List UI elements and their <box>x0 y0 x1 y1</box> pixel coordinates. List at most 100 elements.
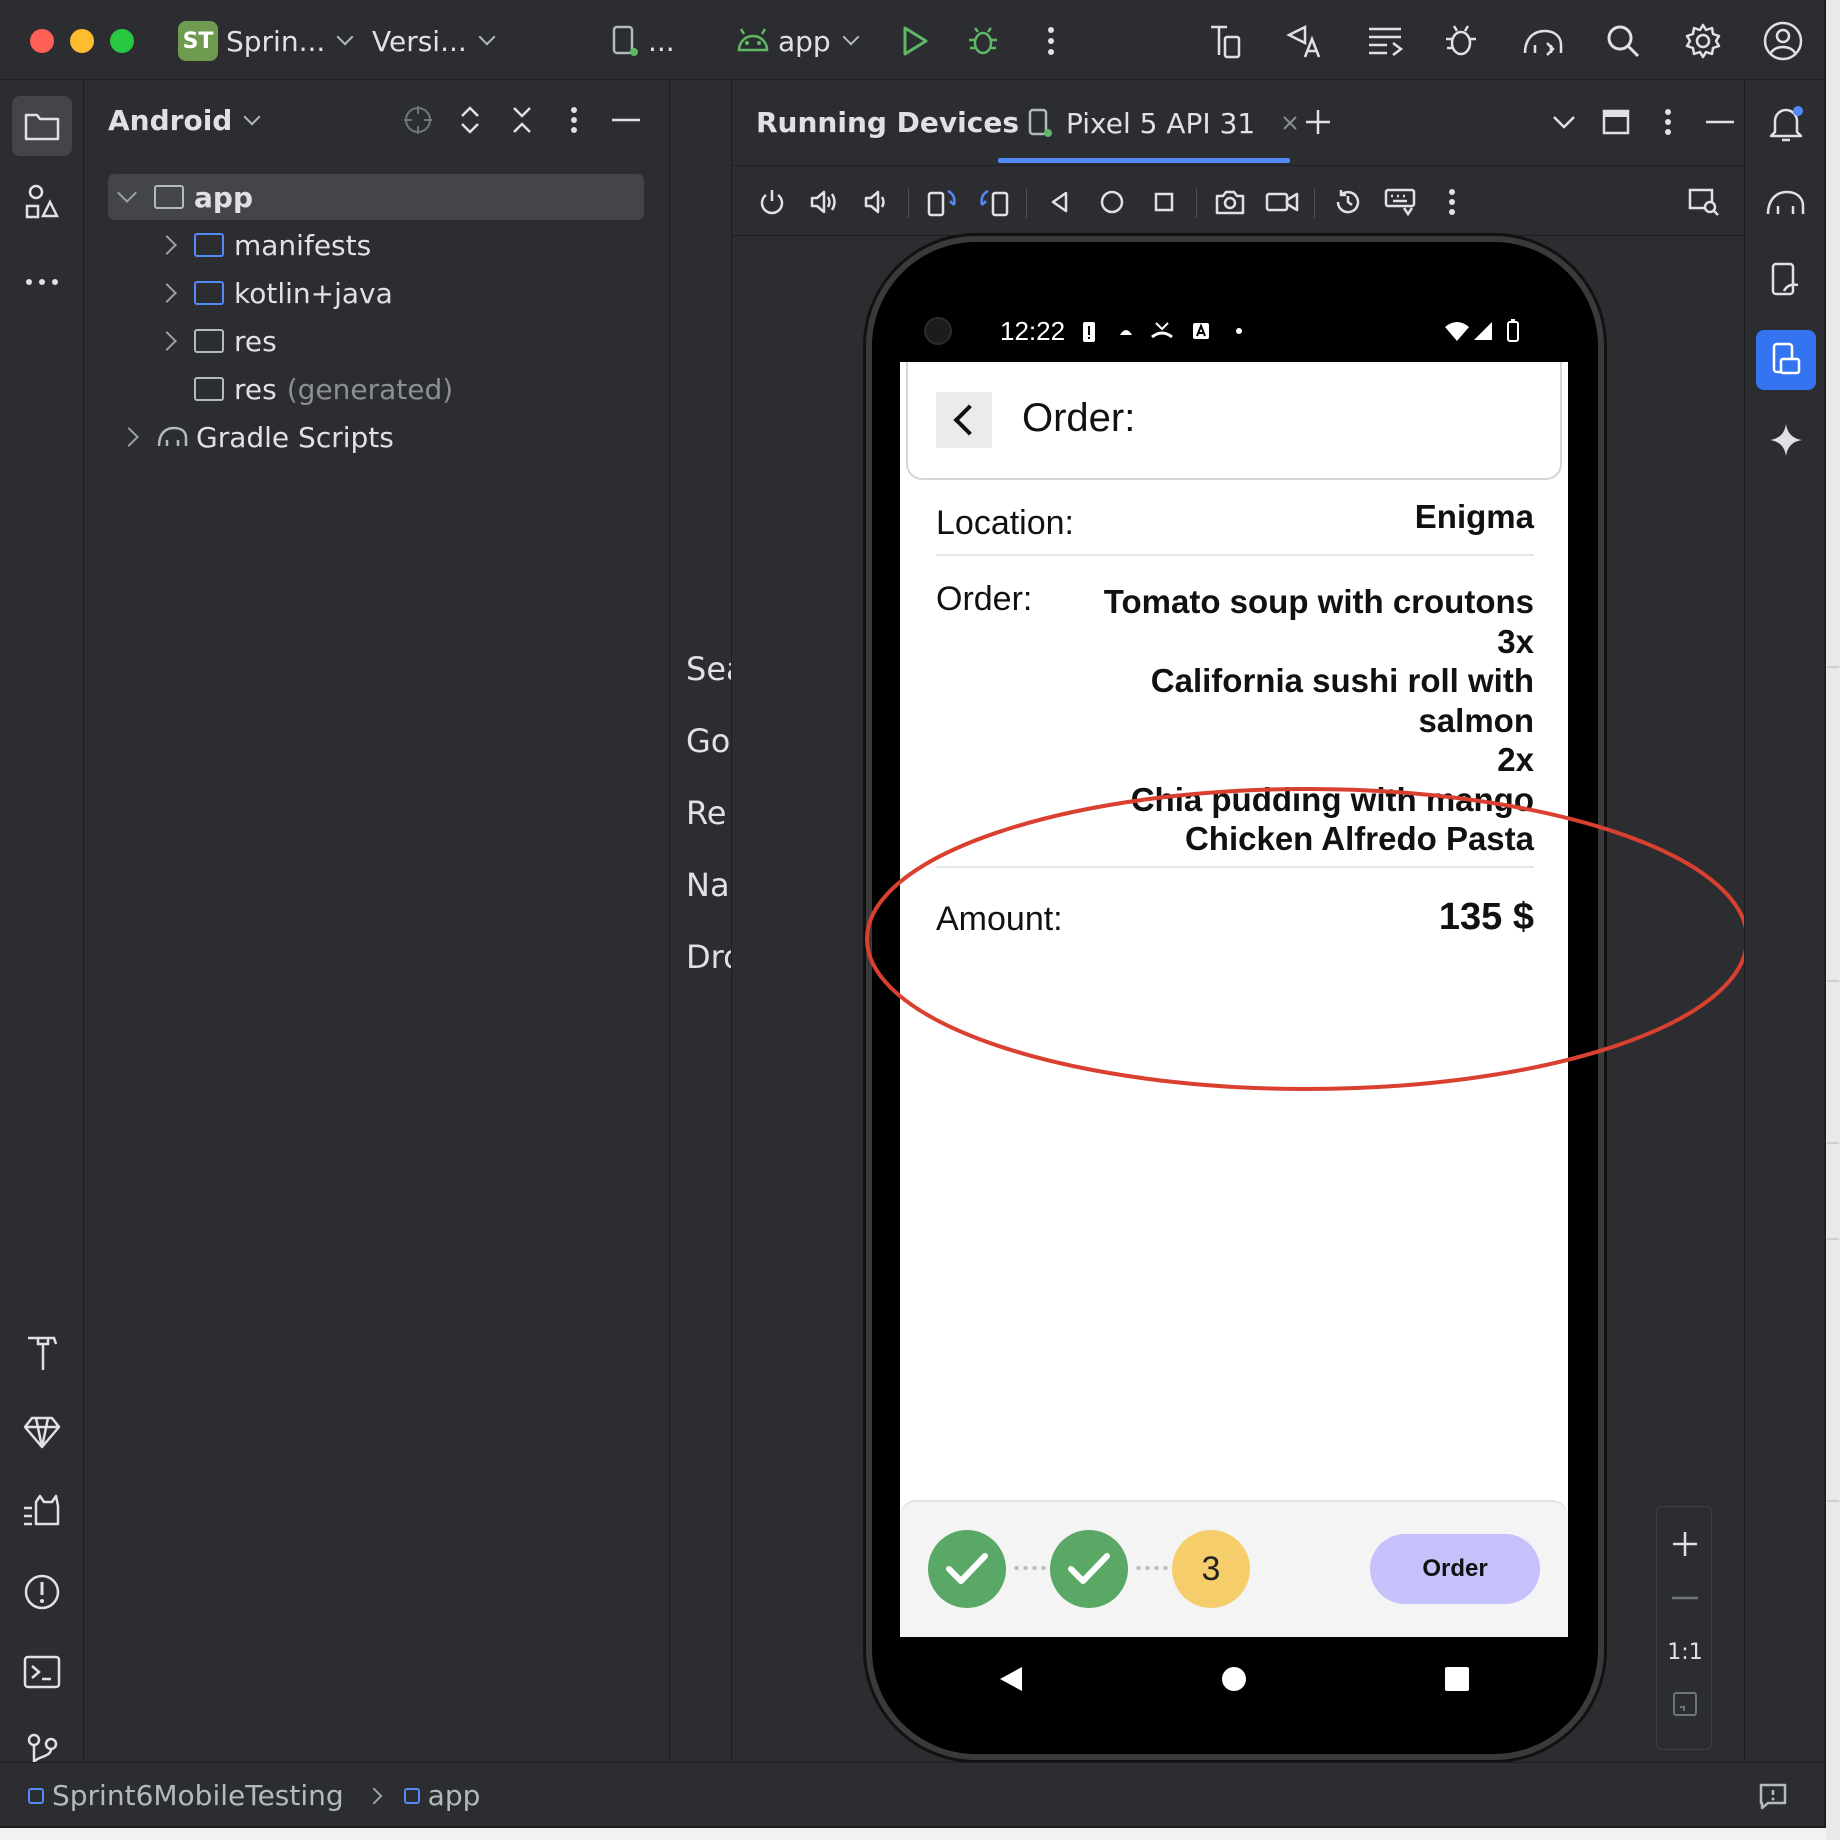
add-device-tab-button[interactable] <box>1298 102 1338 142</box>
chevron-down-icon <box>1553 116 1575 129</box>
panel-options-button[interactable] <box>554 100 594 140</box>
project-tool-button[interactable] <box>12 96 72 156</box>
minimize-window-button[interactable] <box>70 29 94 53</box>
run-button[interactable] <box>892 18 938 64</box>
hide-panel-button[interactable] <box>606 100 646 140</box>
nav-back-icon[interactable] <box>998 1665 1024 1693</box>
chevron-down-icon <box>842 28 860 46</box>
order-item-line: 2x <box>1497 741 1534 778</box>
more-actions-button[interactable] <box>1028 18 1074 64</box>
layout-inspector-button[interactable] <box>1684 182 1724 222</box>
hide-panel-button[interactable] <box>1700 102 1740 142</box>
project-view-label: Android <box>108 104 233 137</box>
tree-item-label: manifests <box>234 228 372 262</box>
order-button[interactable]: Order <box>1370 1534 1540 1604</box>
logcat-button[interactable] <box>1362 18 1408 64</box>
account-button[interactable] <box>1760 18 1806 64</box>
gemini-button[interactable] <box>1756 410 1816 470</box>
build-tool-button[interactable] <box>12 1322 72 1382</box>
maximize-window-button[interactable] <box>110 29 134 53</box>
zoom-in-button[interactable] <box>1657 1519 1713 1569</box>
home-button[interactable] <box>1092 182 1132 222</box>
project-panel: Android app manifests kotlin+java res re… <box>84 80 670 1762</box>
tree-item-kotlin-java[interactable]: kotlin+java <box>108 270 644 316</box>
locate-file-button[interactable] <box>398 100 438 140</box>
folder-icon <box>24 113 60 141</box>
breadcrumb-project[interactable]: Sprint6MobileTesting <box>52 1779 344 1812</box>
tree-item-manifests[interactable]: manifests <box>108 222 644 268</box>
collapse-all-button[interactable] <box>502 100 542 140</box>
problems-tool-button[interactable] <box>12 1562 72 1622</box>
back-button[interactable] <box>1040 182 1080 222</box>
device-more-button[interactable] <box>1432 182 1472 222</box>
vcs-widget[interactable]: Versi... <box>372 18 496 64</box>
volume-down-button[interactable] <box>856 182 896 222</box>
zoom-out-button[interactable] <box>1657 1573 1713 1623</box>
translate-button[interactable] <box>1282 18 1328 64</box>
sync-gradle-button[interactable] <box>1520 18 1566 64</box>
hammer-device-icon <box>1211 25 1241 59</box>
screenshot-button[interactable] <box>1210 182 1250 222</box>
tab-list-button[interactable] <box>1544 102 1584 142</box>
gradle-tool-button[interactable] <box>1756 172 1816 232</box>
power-icon <box>760 190 784 215</box>
zoom-actual-size-button[interactable]: 1:1 <box>1657 1627 1713 1677</box>
zoom-fit-button[interactable] <box>1657 1679 1713 1729</box>
back-button[interactable] <box>936 392 992 448</box>
overview-button[interactable] <box>1144 182 1184 222</box>
logcat-tool-button[interactable] <box>12 1482 72 1542</box>
tree-item-res[interactable]: res <box>108 318 644 364</box>
device-manager-button[interactable] <box>1756 250 1816 310</box>
page-title: Order: <box>1022 396 1136 440</box>
snapshot-button[interactable] <box>1328 182 1368 222</box>
layout-button[interactable] <box>1596 102 1636 142</box>
keyboard-icon <box>1384 188 1416 217</box>
tree-item-app[interactable]: app <box>108 174 644 220</box>
screen-record-button[interactable] <box>1262 182 1302 222</box>
tree-item-res-generated[interactable]: res (generated) <box>108 366 644 412</box>
power-button[interactable] <box>752 182 792 222</box>
project-switcher[interactable]: ST Sprin... <box>178 18 354 64</box>
more-tools-button[interactable] <box>12 252 72 312</box>
debug-button[interactable] <box>960 18 1006 64</box>
gemini-tool-button[interactable] <box>12 1402 72 1462</box>
search-everywhere-button[interactable] <box>1600 18 1646 64</box>
search-icon <box>1607 25 1640 58</box>
breadcrumb-module[interactable]: app <box>428 1779 481 1812</box>
notifications-button[interactable] <box>1756 94 1816 154</box>
feedback-icon[interactable] <box>1758 1782 1788 1810</box>
project-view-selector[interactable]: Android <box>108 104 261 137</box>
tree-item-gradle-scripts[interactable]: Gradle Scripts <box>108 414 644 460</box>
nav-overview-icon[interactable] <box>1444 1666 1470 1692</box>
chevron-down-icon <box>336 28 354 46</box>
tab-pixel-5[interactable]: Pixel 5 API 31 <box>1026 100 1299 146</box>
plus-icon <box>1306 110 1330 134</box>
running-devices-tool-button[interactable] <box>1756 330 1816 390</box>
device-toolbar <box>732 166 1744 236</box>
running-devices-title: Running Devices <box>756 106 1020 139</box>
panel-options-button[interactable] <box>1648 102 1688 142</box>
fit-screen-icon <box>1673 1692 1697 1716</box>
project-badge: ST <box>178 21 218 61</box>
divider <box>936 554 1534 556</box>
close-icon[interactable] <box>1281 114 1299 132</box>
settings-button[interactable] <box>1680 18 1726 64</box>
run-config-selector[interactable]: app <box>736 18 860 64</box>
terminal-tool-button[interactable] <box>12 1642 72 1702</box>
device-selector[interactable]: ... <box>610 18 675 64</box>
expand-all-button[interactable] <box>450 100 490 140</box>
volume-up-button[interactable] <box>804 182 844 222</box>
app-inspection-button[interactable] <box>1440 18 1486 64</box>
rotate-right-button[interactable] <box>974 182 1014 222</box>
close-window-button[interactable] <box>30 29 54 53</box>
build-analyzer-button[interactable] <box>1202 18 1248 64</box>
notification-icon <box>1120 330 1132 335</box>
toolbar-separator <box>908 188 909 218</box>
annotation-ellipse <box>865 787 1749 1091</box>
more-vertical-icon <box>1449 189 1455 215</box>
history-icon <box>1336 190 1360 214</box>
nav-home-icon[interactable] <box>1221 1666 1247 1692</box>
structure-tool-button[interactable] <box>12 172 72 232</box>
rotate-left-button[interactable] <box>922 182 962 222</box>
keyboard-input-button[interactable] <box>1380 182 1420 222</box>
